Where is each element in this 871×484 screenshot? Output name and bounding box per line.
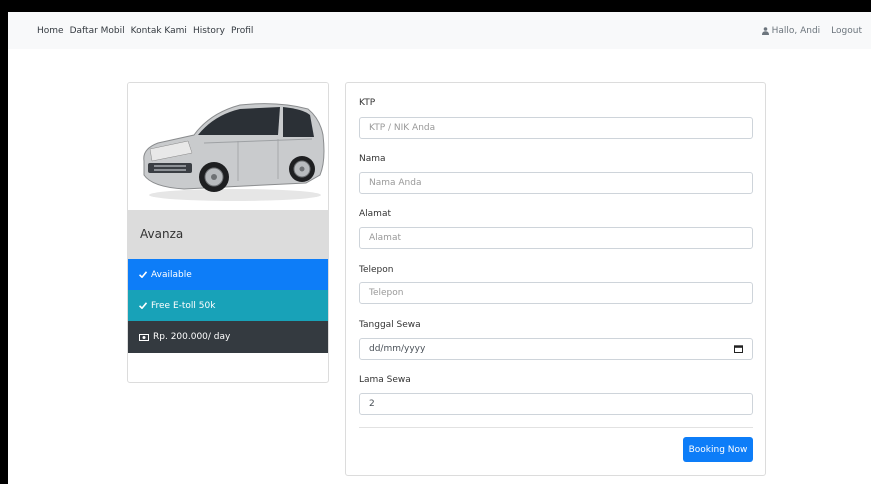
nav-link-kontak-kami[interactable]: Kontak Kami [131, 26, 187, 36]
car-name-area: Avanza [128, 210, 328, 259]
user-greeting[interactable]: Hallo, Andi [761, 25, 821, 36]
check-icon [139, 302, 147, 309]
price-label: Rp. 200.000/ day [153, 332, 231, 342]
nav-user-area: Hallo, Andi Logout [761, 25, 862, 36]
car-card: Avanza Available Free E-toll 50k Rp. 200… [127, 82, 329, 383]
feature-free-toll: Free E-toll 50k [128, 290, 328, 321]
nav-link-history[interactable]: History [193, 26, 225, 36]
form-divider [359, 427, 753, 428]
status-available-label: Available [151, 269, 192, 280]
nav-link-daftar-mobil[interactable]: Daftar Mobil [70, 26, 125, 36]
user-icon [761, 26, 769, 35]
alamat-input[interactable]: Alamat [359, 227, 753, 249]
nav-links: Home Daftar Mobil Kontak Kami History Pr… [37, 26, 253, 36]
nama-input[interactable]: Nama Anda [359, 172, 753, 194]
alamat-placeholder: Alamat [369, 233, 401, 243]
nav-link-profil[interactable]: Profil [231, 26, 253, 36]
nama-placeholder: Nama Anda [369, 178, 422, 188]
status-available: Available [128, 259, 328, 290]
alamat-label: Alamat [359, 209, 391, 219]
calendar-icon[interactable] [734, 345, 743, 353]
telepon-placeholder: Telepon [369, 288, 404, 298]
tanggal-sewa-value: dd/mm/yyyy [369, 344, 426, 354]
car-name: Avanza [140, 227, 184, 241]
tanggal-sewa-label: Tanggal Sewa [359, 320, 421, 330]
telepon-label: Telepon [359, 265, 394, 275]
telepon-input[interactable]: Telepon [359, 282, 753, 304]
feature-free-toll-label: Free E-toll 50k [151, 300, 216, 311]
nav-link-home[interactable]: Home [37, 26, 64, 36]
check-icon [139, 271, 147, 278]
lama-sewa-input[interactable]: 2 [359, 393, 753, 415]
ktp-placeholder: KTP / NIK Anda [369, 123, 436, 133]
nama-label: Nama [359, 154, 386, 164]
lama-sewa-value: 2 [369, 399, 375, 409]
money-icon [139, 333, 149, 341]
ktp-input[interactable]: KTP / NIK Anda [359, 117, 753, 139]
lama-sewa-label: Lama Sewa [359, 375, 411, 385]
price-row: Rp. 200.000/ day [128, 321, 328, 353]
ktp-label: KTP [359, 98, 376, 108]
booking-now-button[interactable]: Booking Now [683, 437, 753, 462]
car-image [128, 83, 328, 210]
booking-form: KTP KTP / NIK Anda Nama Nama Anda Alamat… [345, 82, 766, 476]
tanggal-sewa-input[interactable]: dd/mm/yyyy [359, 338, 753, 360]
user-greeting-text: Hallo, Andi [771, 25, 821, 36]
logout-link[interactable]: Logout [831, 26, 862, 36]
navbar: Home Daftar Mobil Kontak Kami History Pr… [8, 12, 871, 49]
app-frame: Home Daftar Mobil Kontak Kami History Pr… [8, 12, 871, 484]
